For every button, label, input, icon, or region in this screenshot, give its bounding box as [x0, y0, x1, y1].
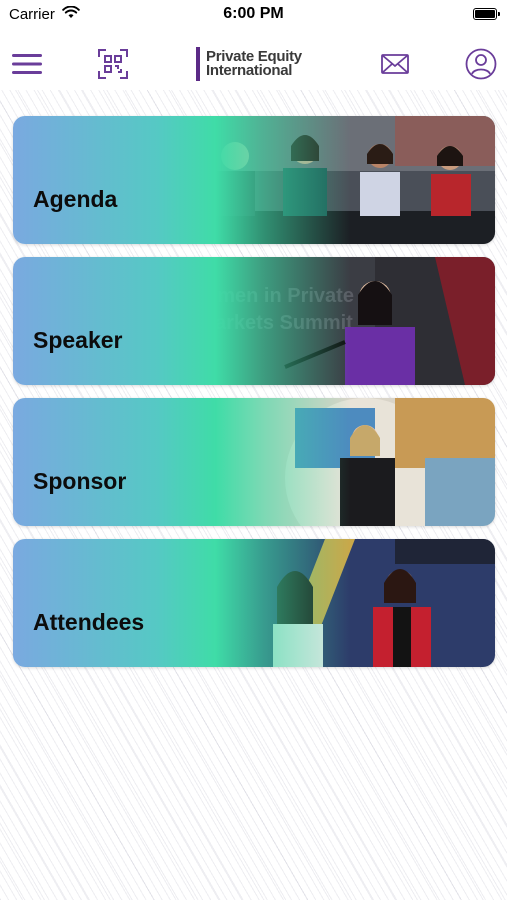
menu-cards: Agenda omen in Private arkets Summit Spe…	[13, 116, 495, 680]
hamburger-menu-icon	[12, 54, 42, 74]
brand-logo: Private Equity International	[196, 46, 302, 82]
logo-accent-bar	[196, 47, 200, 81]
profile-button[interactable]	[463, 46, 499, 82]
user-profile-icon	[465, 48, 497, 80]
sponsor-card[interactable]: Sponsor	[13, 398, 495, 526]
menu-button[interactable]	[9, 46, 45, 82]
status-bar: Carrier 6:00 PM	[0, 0, 507, 30]
agenda-card[interactable]: Agenda	[13, 116, 495, 244]
qr-scan-icon	[98, 49, 128, 79]
top-nav-bar: Private Equity International	[0, 38, 507, 92]
speaker-label: Speaker	[33, 327, 123, 353]
mail-icon	[381, 54, 409, 74]
agenda-label: Agenda	[33, 186, 118, 212]
mail-button[interactable]	[377, 46, 413, 82]
status-time: 6:00 PM	[223, 5, 284, 22]
qr-scan-button[interactable]	[95, 46, 131, 82]
attendees-card[interactable]: Attendees	[13, 539, 495, 667]
speaker-card[interactable]: omen in Private arkets Summit Speaker	[13, 257, 495, 385]
sponsor-label: Sponsor	[33, 468, 127, 494]
logo-line-2: International	[206, 62, 293, 79]
attendees-label: Attendees	[33, 609, 145, 635]
battery-icon	[473, 8, 500, 20]
